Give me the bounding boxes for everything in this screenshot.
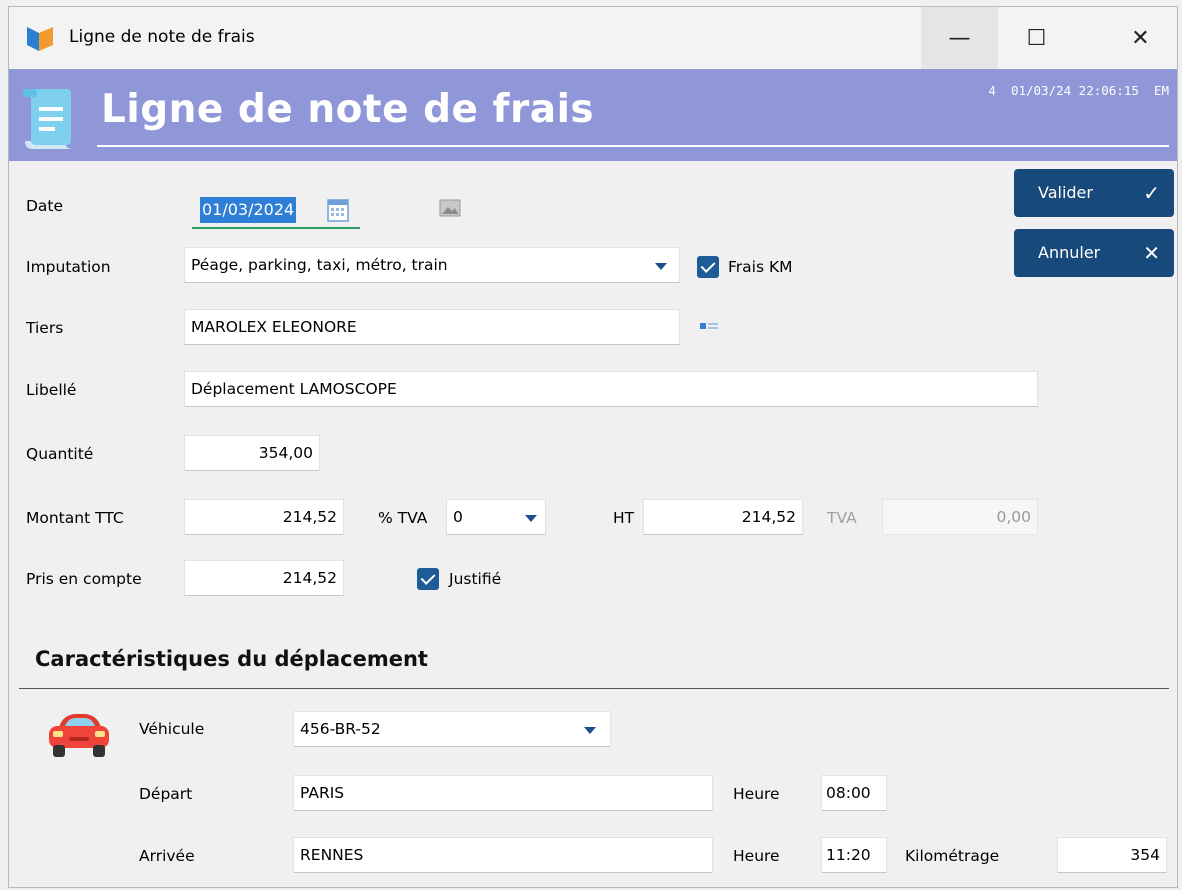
valider-button[interactable]: Valider ✓ — [1014, 169, 1174, 217]
depart-heure-value: 08:00 — [826, 784, 871, 802]
montant-ttc-input[interactable]: 214,52 — [184, 499, 344, 535]
tva-label: TVA — [827, 509, 857, 527]
contact-card-icon[interactable] — [699, 321, 721, 331]
date-label: Date — [26, 197, 64, 215]
libelle-label: Libellé — [26, 381, 77, 399]
date-field[interactable]: 01/03/2024 — [192, 193, 360, 229]
depart-heure-input[interactable]: 08:00 — [821, 775, 887, 811]
receipt-icon — [23, 89, 73, 149]
tva-pct-dropdown-icon[interactable] — [525, 515, 537, 522]
depart-value: PARIS — [300, 784, 345, 802]
ht-value: 214,52 — [741, 508, 796, 526]
quantite-value: 354,00 — [258, 444, 313, 462]
tva-pct-label: % TVA — [378, 509, 428, 527]
header-banner: Ligne de note de frais 4 01/03/24 22:06:… — [9, 69, 1177, 161]
car-icon — [49, 714, 109, 757]
window-title: Ligne de note de frais — [69, 27, 255, 47]
imputation-dropdown-icon[interactable] — [655, 263, 667, 270]
kilometrage-input[interactable]: 354 — [1057, 837, 1167, 873]
tva-pct-value: 0 — [453, 508, 463, 526]
check-icon: ✓ — [1143, 181, 1160, 205]
pris-en-compte-input[interactable]: 214,52 — [184, 560, 344, 596]
tva-input: 0,00 — [882, 499, 1038, 535]
minimize-button[interactable]: — — [921, 7, 998, 69]
frais-km-label: Frais KM — [728, 258, 793, 276]
frais-km-checkbox[interactable] — [697, 256, 719, 278]
ht-input[interactable]: 214,52 — [643, 499, 803, 535]
quantite-label: Quantité — [26, 445, 94, 463]
image-icon[interactable] — [439, 199, 461, 217]
arrivee-heure-value: 11:20 — [826, 846, 871, 864]
tiers-input[interactable]: MAROLEX ELEONORE — [184, 309, 680, 345]
close-button[interactable]: ✕ — [1102, 7, 1179, 69]
justifie-label: Justifié — [449, 570, 502, 588]
tva-value: 0,00 — [996, 508, 1031, 526]
record-meta: 4 01/03/24 22:06:15 EM — [988, 83, 1169, 98]
depart-label: Départ — [139, 785, 193, 803]
arrivee-value: RENNES — [300, 846, 364, 864]
section-divider — [19, 688, 1169, 689]
arrivee-heure-input[interactable]: 11:20 — [821, 837, 887, 873]
pris-en-compte-value: 214,52 — [282, 569, 337, 587]
ht-label: HT — [613, 509, 635, 527]
arrivee-heure-label: Heure — [733, 847, 780, 865]
calendar-icon[interactable] — [326, 197, 350, 223]
vehicule-label: Véhicule — [139, 720, 205, 738]
libelle-input[interactable]: Déplacement LAMOSCOPE — [184, 371, 1038, 407]
depart-input[interactable]: PARIS — [293, 775, 713, 811]
title-bar: Ligne de note de frais — ☐ ✕ — [9, 7, 1177, 69]
arrivee-label: Arrivée — [139, 847, 195, 865]
imputation-select[interactable]: Péage, parking, taxi, métro, train — [184, 247, 680, 283]
title-underline — [97, 145, 1169, 147]
justifie-checkbox[interactable] — [417, 568, 439, 590]
imputation-label: Imputation — [26, 258, 111, 276]
dialog-window: Ligne de note de frais — ☐ ✕ Ligne de no… — [8, 6, 1178, 888]
app-logo-icon — [27, 27, 53, 51]
valider-label: Valider — [1038, 183, 1093, 202]
quantite-input[interactable]: 354,00 — [184, 435, 320, 471]
vehicule-value: 456-BR-52 — [300, 720, 381, 738]
tiers-value: MAROLEX ELEONORE — [191, 318, 357, 336]
maximize-button[interactable]: ☐ — [998, 7, 1075, 69]
trip-section-title: Caractéristiques du déplacement — [35, 647, 428, 671]
kilometrage-value: 354 — [1130, 846, 1160, 864]
montant-ttc-value: 214,52 — [282, 508, 337, 526]
vehicule-select[interactable]: 456-BR-52 — [293, 711, 611, 747]
page-title: Ligne de note de frais — [101, 87, 595, 132]
kilometrage-label: Kilométrage — [905, 847, 1000, 865]
tiers-label: Tiers — [26, 319, 64, 337]
annuler-label: Annuler — [1038, 243, 1101, 262]
annuler-button[interactable]: Annuler ✕ — [1014, 229, 1174, 277]
close-x-icon: ✕ — [1143, 241, 1160, 265]
vehicule-dropdown-icon[interactable] — [584, 727, 596, 734]
date-value: 01/03/2024 — [200, 197, 297, 223]
montant-ttc-label: Montant TTC — [26, 509, 124, 527]
imputation-value: Péage, parking, taxi, métro, train — [191, 256, 448, 274]
depart-heure-label: Heure — [733, 785, 780, 803]
arrivee-input[interactable]: RENNES — [293, 837, 713, 873]
pris-en-compte-label: Pris en compte — [26, 570, 142, 588]
libelle-value: Déplacement LAMOSCOPE — [191, 380, 397, 398]
